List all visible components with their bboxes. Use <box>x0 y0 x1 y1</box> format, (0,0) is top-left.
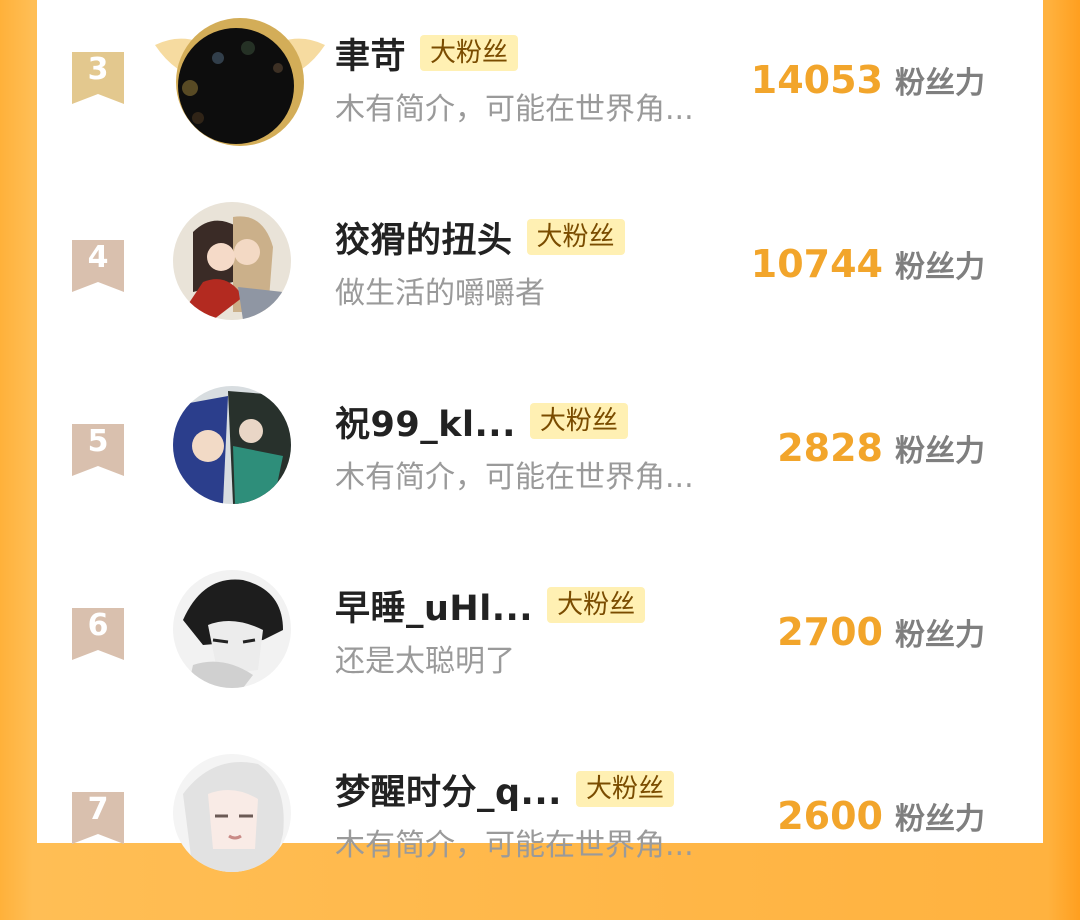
avatar-image <box>178 28 294 144</box>
avatar-image <box>173 570 291 688</box>
score: 2600 粉丝力 <box>777 794 985 838</box>
avatar[interactable] <box>173 202 291 320</box>
score: 10744 粉丝力 <box>751 242 985 286</box>
avatar[interactable] <box>178 28 294 144</box>
rank-ribbon: 6 <box>72 608 124 660</box>
ranking-row[interactable]: 7 梦醒时分_q... 大粉丝 木有简介，可能在世界角... 2600 粉丝力 <box>37 736 1043 920</box>
score-unit: 粉丝力 <box>895 434 985 469</box>
score-unit: 粉丝力 <box>895 66 985 101</box>
score-value: 14053 <box>750 58 883 102</box>
user-name[interactable]: 早睡_uHl... <box>335 580 533 631</box>
name-line: 狡猾的扭头 大粉丝 <box>335 212 625 263</box>
user-bio: 木有简介，可能在世界角... <box>335 92 694 127</box>
ranking-row[interactable]: 3 聿苛 大粉丝 木有简介，可能在世界角... 14053 粉丝力 <box>37 0 1043 184</box>
avatar[interactable] <box>173 386 291 504</box>
rank-ribbon: 5 <box>72 424 124 476</box>
score-value: 2828 <box>777 426 883 470</box>
fan-badge: 大粉丝 <box>420 35 519 71</box>
score-value: 2700 <box>777 610 883 654</box>
user-bio: 木有简介，可能在世界角... <box>335 460 694 495</box>
rank-number: 4 <box>87 240 109 275</box>
user-name[interactable]: 狡猾的扭头 <box>335 212 513 263</box>
fan-badge: 大粉丝 <box>547 587 646 623</box>
user-bio: 做生活的嚼嚼者 <box>335 276 545 311</box>
fan-badge: 大粉丝 <box>575 771 674 807</box>
name-line: 梦醒时分_q... 大粉丝 <box>335 764 674 815</box>
score-unit: 粉丝力 <box>895 802 985 837</box>
rank-number: 3 <box>87 52 109 87</box>
score-unit: 粉丝力 <box>895 618 985 653</box>
user-bio: 木有简介，可能在世界角... <box>335 828 694 863</box>
rank-ribbon: 7 <box>72 792 124 844</box>
user-name[interactable]: 梦醒时分_q... <box>335 764 562 815</box>
avatar-image <box>173 386 291 504</box>
score-value: 2600 <box>777 794 883 838</box>
ranking-row[interactable]: 5 祝99_kl... 大粉丝 木有简介，可能在世界角... 2828 粉丝力 <box>37 368 1043 552</box>
name-line: 祝99_kl... 大粉丝 <box>335 396 628 447</box>
fan-badge: 大粉丝 <box>526 219 625 255</box>
name-line: 早睡_uHl... 大粉丝 <box>335 580 646 631</box>
avatar[interactable] <box>173 570 291 688</box>
ranking-row[interactable]: 6 早睡_uHl... 大粉丝 还是太聪明了 2700 粉丝力 <box>37 552 1043 736</box>
avatar[interactable] <box>173 754 291 872</box>
score-unit: 粉丝力 <box>895 250 985 285</box>
rank-number: 7 <box>87 792 109 827</box>
ranking-row[interactable]: 4 狡猾的扭头 大粉丝 做生活的嚼嚼者 10744 粉丝力 <box>37 184 1043 368</box>
score: 2828 粉丝力 <box>777 426 985 470</box>
score: 2700 粉丝力 <box>777 610 985 654</box>
user-bio: 还是太聪明了 <box>335 644 515 679</box>
name-line: 聿苛 大粉丝 <box>335 28 519 79</box>
rank-ribbon: 4 <box>72 240 124 292</box>
user-name[interactable]: 聿苛 <box>335 28 406 79</box>
fan-ranking-panel: 3 聿苛 大粉丝 木有简介，可能在世界角... 14053 粉丝力 4 狡猾的扭… <box>37 0 1043 872</box>
score-value: 10744 <box>750 242 883 286</box>
user-name[interactable]: 祝99_kl... <box>335 396 516 447</box>
rank-number: 5 <box>87 424 109 459</box>
rank-ribbon: 3 <box>72 52 124 104</box>
score: 14053 粉丝力 <box>751 58 985 102</box>
rank-number: 6 <box>87 608 109 643</box>
avatar-image <box>173 754 291 872</box>
avatar-image <box>173 202 291 320</box>
fan-badge: 大粉丝 <box>529 403 628 439</box>
